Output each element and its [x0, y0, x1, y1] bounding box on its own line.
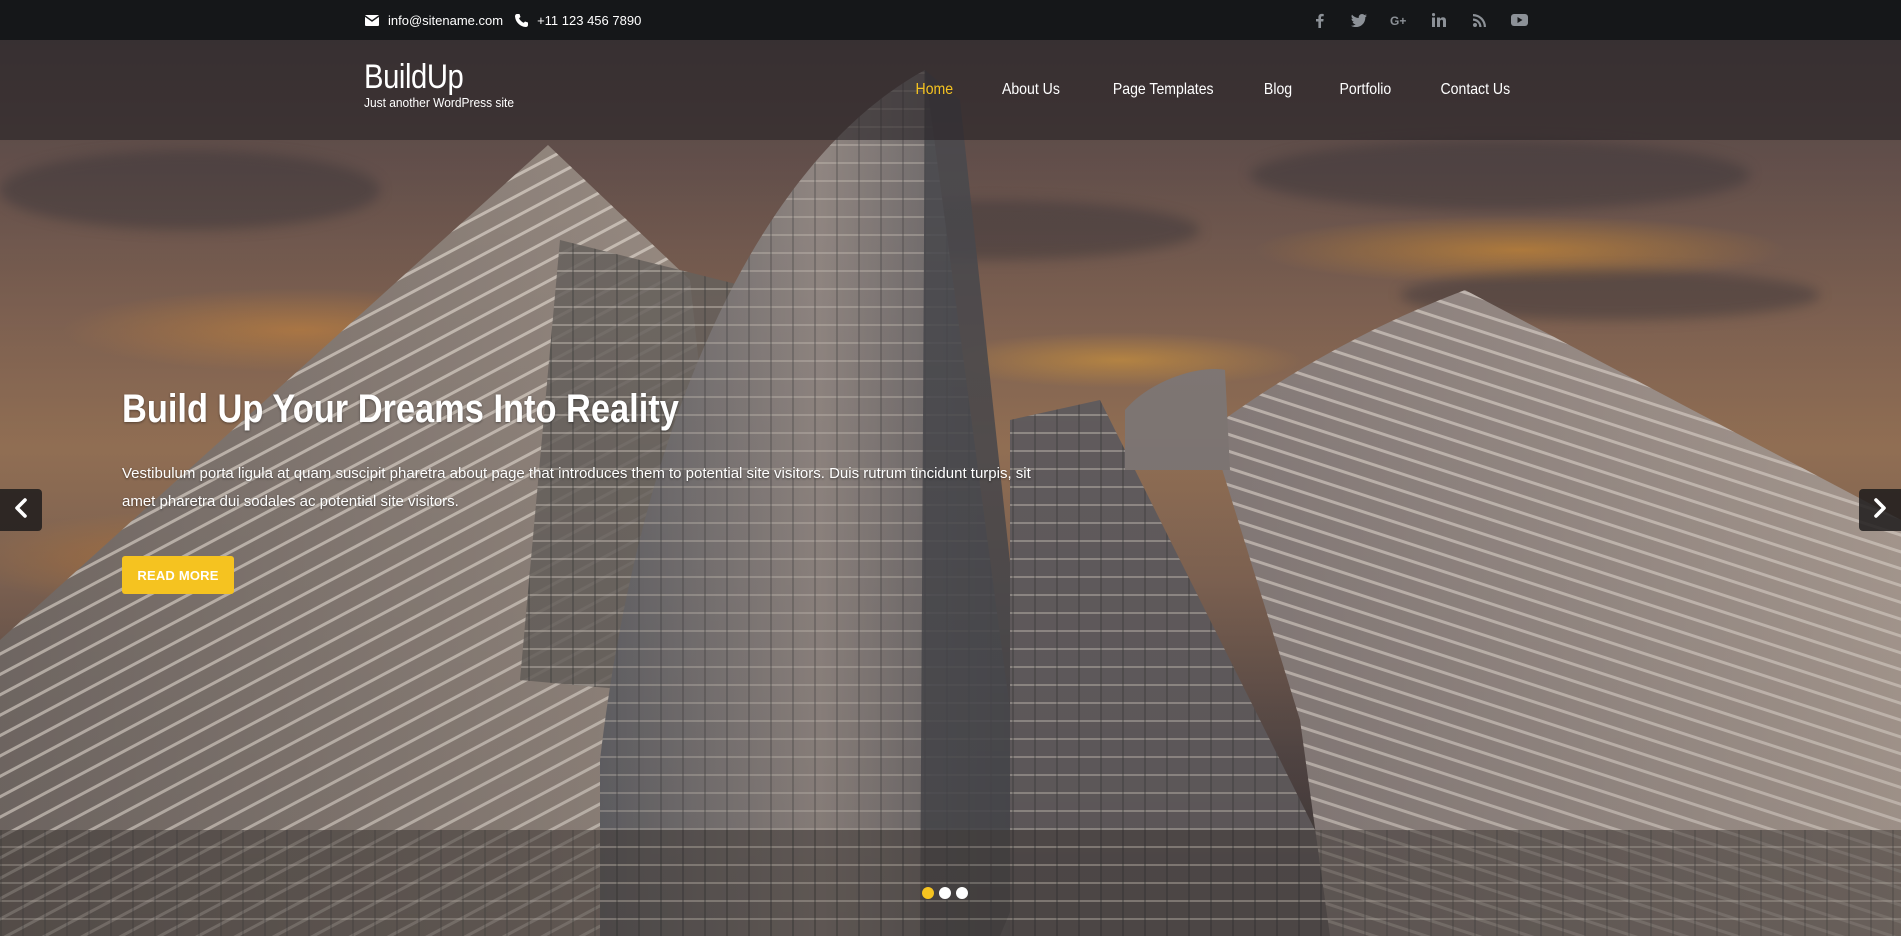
nav-item-contact-us[interactable]: Contact Us	[1422, 81, 1510, 99]
nav-item-page-templates[interactable]: Page Templates	[1094, 81, 1232, 99]
top-bar: info@sitename.com +11 123 456 7890 G+	[0, 0, 1901, 40]
phone-contact[interactable]: +11 123 456 7890	[513, 12, 641, 28]
site-header: BuildUp Just another WordPress site Home…	[0, 40, 1901, 140]
slider-dot-3[interactable]	[956, 887, 968, 899]
youtube-icon[interactable]	[1510, 11, 1528, 29]
slider-dot-2[interactable]	[939, 887, 951, 899]
svg-text:G+: G+	[1390, 14, 1406, 26]
site-tagline: Just another WordPress site	[364, 95, 515, 110]
envelope-icon	[364, 12, 380, 28]
email-text[interactable]: info@sitename.com	[388, 13, 503, 28]
google-plus-icon[interactable]: G+	[1390, 11, 1408, 29]
nav-item-portfolio[interactable]: Portfolio	[1321, 81, 1410, 99]
contact-info: info@sitename.com +11 123 456 7890	[364, 0, 641, 40]
social-links: G+	[1310, 0, 1528, 40]
slide-heading: Build Up Your Dreams Into Reality	[122, 387, 679, 431]
chevron-left-icon	[14, 497, 28, 523]
read-more-button[interactable]: READ MORE	[122, 556, 234, 594]
phone-text[interactable]: +11 123 456 7890	[537, 13, 641, 28]
site-title[interactable]: BuildUp	[364, 58, 504, 96]
phone-icon	[513, 12, 529, 28]
nav-item-blog[interactable]: Blog	[1246, 81, 1311, 99]
slide-description: Vestibulum porta ligula at quam suscipit…	[122, 465, 1031, 510]
facebook-icon[interactable]	[1310, 11, 1328, 29]
email-contact[interactable]: info@sitename.com	[364, 12, 503, 28]
slider-next-button[interactable]	[1859, 489, 1901, 531]
rss-icon[interactable]	[1470, 11, 1488, 29]
nav-item-home[interactable]: Home	[897, 81, 972, 99]
slider-prev-button[interactable]	[0, 489, 42, 531]
linkedin-icon[interactable]	[1430, 11, 1448, 29]
slider-pagination	[922, 887, 968, 899]
site-branding: BuildUp Just another WordPress site	[364, 58, 527, 110]
slide-caption: Build Up Your Dreams Into Reality Vestib…	[122, 384, 1052, 594]
main-navigation: Home About Us Page Templates Blog Portfo…	[892, 40, 1516, 140]
slider-dot-1[interactable]	[922, 887, 934, 899]
nav-item-about-us[interactable]: About Us	[983, 81, 1078, 99]
chevron-right-icon	[1873, 497, 1887, 523]
twitter-icon[interactable]	[1350, 11, 1368, 29]
